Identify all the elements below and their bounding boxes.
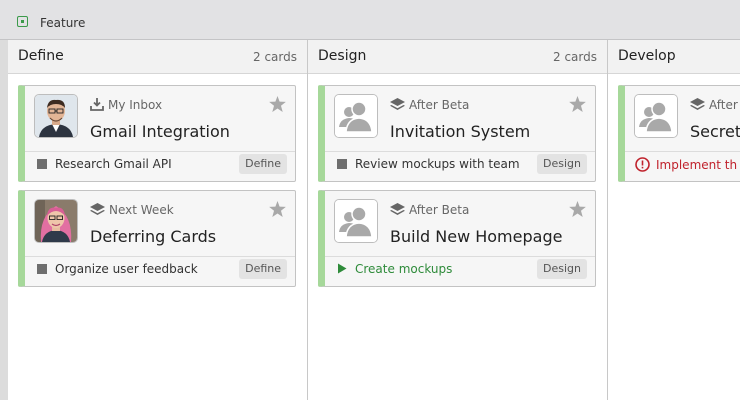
group-label: My Inbox — [108, 98, 163, 112]
card-group[interactable]: After Beta — [390, 98, 469, 112]
task-checkbox-icon[interactable] — [37, 159, 47, 169]
layers-icon — [90, 203, 105, 215]
placeholder-users-icon — [635, 95, 677, 137]
task-label: Research Gmail API — [55, 157, 172, 171]
card-title[interactable]: Secret — [690, 122, 740, 141]
group-label: After Beta — [409, 203, 470, 217]
star-icon[interactable] — [269, 201, 286, 217]
card-title[interactable]: Deferring Cards — [90, 227, 216, 246]
card-secret[interactable]: After Secret Implement th — [618, 85, 740, 182]
card-gmail-integration[interactable]: My Inbox Gmail Integration Research Gmai… — [18, 85, 296, 182]
card-divider — [25, 151, 295, 152]
swimlane-title: Feature — [40, 16, 86, 30]
man-photo-avatar — [35, 95, 77, 137]
card-divider — [25, 256, 295, 257]
stage-tag: Design — [537, 154, 587, 174]
stage-tag: Define — [239, 259, 287, 279]
star-icon[interactable] — [569, 96, 586, 112]
column-header: Design 2 cards — [308, 40, 607, 74]
card-count: 2 cards — [253, 50, 297, 64]
column-header: Develop — [608, 40, 740, 74]
avatar — [334, 94, 378, 138]
column-develop: Develop After Secret Implement th — [608, 40, 740, 400]
card-invitation-system[interactable]: After Beta Invitation System Review mock… — [318, 85, 596, 182]
task-label: Create mockups — [355, 262, 453, 276]
group-label: After Beta — [409, 98, 470, 112]
avatar — [34, 94, 78, 138]
card-divider — [325, 256, 595, 257]
task-checkbox-icon[interactable] — [337, 159, 347, 169]
group-label: After — [709, 98, 738, 112]
avatar — [634, 94, 678, 138]
layers-icon — [690, 98, 705, 110]
task-label: Organize user feedback — [55, 262, 198, 276]
task-item[interactable]: Implement th — [635, 157, 737, 172]
card-divider — [325, 151, 595, 152]
task-label: Review mockups with team — [355, 157, 520, 171]
card-deferring-cards[interactable]: Next Week Deferring Cards Organize user … — [18, 190, 296, 287]
woman-photo-avatar — [35, 200, 77, 242]
card-title[interactable]: Invitation System — [390, 122, 530, 141]
placeholder-users-icon — [335, 200, 377, 242]
placeholder-users-icon — [335, 95, 377, 137]
group-label: Next Week — [109, 203, 174, 217]
task-item[interactable]: Review mockups with team — [337, 157, 520, 171]
alert-circle-icon — [635, 157, 650, 172]
column-title: Design — [318, 48, 367, 64]
stage-tag: Design — [537, 259, 587, 279]
layers-icon — [390, 203, 405, 215]
column-header: Define 2 cards — [8, 40, 307, 74]
card-title[interactable]: Build New Homepage — [390, 227, 562, 246]
column-title: Define — [18, 48, 64, 64]
star-icon[interactable] — [569, 201, 586, 217]
card-group[interactable]: After Beta — [390, 203, 469, 217]
inbox-download-icon — [90, 98, 104, 111]
play-icon[interactable] — [337, 263, 347, 274]
card-group[interactable]: Next Week — [90, 203, 174, 217]
avatar — [34, 199, 78, 243]
stage-tag: Define — [239, 154, 287, 174]
task-checkbox-icon[interactable] — [37, 264, 47, 274]
star-icon[interactable] — [269, 96, 286, 112]
card-group[interactable]: After — [690, 98, 738, 112]
layers-icon — [390, 98, 405, 110]
avatar — [334, 199, 378, 243]
card-divider — [625, 151, 740, 152]
swimlane-header[interactable]: Feature — [0, 0, 740, 40]
column-title: Develop — [618, 48, 676, 64]
task-label: Implement th — [656, 158, 738, 172]
feature-square-icon — [17, 16, 28, 27]
task-item[interactable]: Create mockups — [337, 262, 452, 276]
card-title[interactable]: Gmail Integration — [90, 122, 230, 141]
task-item[interactable]: Organize user feedback — [37, 262, 198, 276]
card-count: 2 cards — [553, 50, 597, 64]
card-group[interactable]: My Inbox — [90, 98, 162, 112]
column-define: Define 2 cards My Inbox Gmail Integratio… — [8, 40, 308, 400]
task-item[interactable]: Research Gmail API — [37, 157, 172, 171]
column-design: Design 2 cards After Beta Invitation Sys… — [308, 40, 608, 400]
card-build-new-homepage[interactable]: After Beta Build New Homepage Create moc… — [318, 190, 596, 287]
